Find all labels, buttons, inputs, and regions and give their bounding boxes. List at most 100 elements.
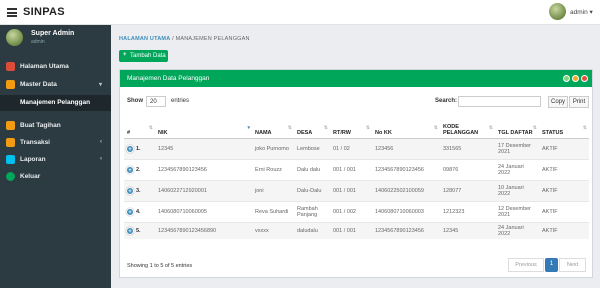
table-row: +5. 1234567890123456890 vxxxx daludalu 001 /… — [124, 221, 589, 239]
cell-status: AKTIF — [539, 221, 589, 239]
table-row: +1. 12345 joko Purnomo Lembose 01 / 02 123456… — [124, 137, 589, 159]
cell-nama: joni — [252, 179, 294, 201]
cell-nik: 1234567890123456 — [155, 158, 252, 180]
show-label: Show — [127, 98, 143, 104]
sidebar-item-keluar[interactable]: Keluar — [0, 170, 111, 184]
cell-status: AKTIF — [539, 158, 589, 180]
cell-nama: joko Purnomo — [252, 137, 294, 159]
cell-nik: 12345 — [155, 137, 252, 159]
cell-rtrw: 001 / 001 — [330, 179, 372, 201]
column-header-status[interactable]: STATUS ⇅ — [539, 114, 589, 139]
row-number: +5. — [124, 221, 155, 239]
cell-kk: 1406022502100059 — [372, 179, 440, 201]
cell-desa: Dalu-Dalu — [294, 179, 330, 201]
cell-kk: 1406080710060003 — [372, 200, 440, 222]
pagination-previous[interactable]: Previous — [508, 258, 544, 272]
print-button[interactable]: Print — [569, 96, 589, 108]
cell-tgl: 24 Januari 2022 — [495, 221, 539, 239]
pagination-page-1[interactable]: 1 — [545, 258, 558, 272]
cell-kode: 128077 — [440, 179, 495, 201]
cell-tgl: 10 Januari 2022 — [495, 179, 539, 201]
cell-tgl: 17 Desember 2021 — [495, 137, 539, 159]
cell-rtrw: 001 / 001 — [330, 221, 372, 239]
row-number: +2. — [124, 158, 155, 180]
add-data-button[interactable]: + Tambah Data — [119, 50, 168, 62]
cell-desa: Dalu dalu — [294, 158, 330, 180]
cell-kode: 09876 — [440, 158, 495, 180]
expand-row-icon[interactable]: + — [126, 226, 134, 235]
cell-kk: 123456 — [372, 137, 440, 159]
expand-row-icon[interactable]: + — [126, 207, 134, 216]
collapse-icon[interactable] — [572, 75, 579, 82]
column-header-rtrw[interactable]: RT/RW ⇅ — [330, 114, 372, 139]
chevron-left-icon: ‹ — [100, 139, 102, 145]
cell-nama: Reva Suhardi — [252, 200, 294, 222]
column-header-desa[interactable]: DESA ⇅ — [294, 114, 330, 139]
panel-title: Manajemen Data Pelanggan — [127, 75, 210, 82]
cell-status: AKTIF — [539, 137, 589, 159]
hamburger-menu-icon[interactable] — [7, 8, 17, 17]
sidebar-user-role: admin — [31, 39, 45, 45]
sidebar-item-laporan[interactable]: Laporan ‹ — [0, 153, 111, 167]
entries-select[interactable]: 20 — [146, 96, 166, 107]
sidebar-avatar — [6, 29, 23, 46]
sidebar-user-panel: Super Admin admin — [0, 25, 111, 52]
sidebar-item-transaksi[interactable]: Transaksi ‹ — [0, 136, 111, 150]
search-input[interactable] — [458, 96, 541, 107]
cell-kode: 331565 — [440, 137, 495, 159]
row-number: +3. — [124, 179, 155, 201]
logout-icon — [6, 172, 15, 181]
cell-kk: 1234567890123456 — [372, 158, 440, 180]
cell-rtrw: 001 / 001 — [330, 158, 372, 180]
sidebar-user-name: Super Admin — [31, 30, 75, 37]
expand-icon[interactable] — [563, 75, 570, 82]
column-header-nik[interactable]: NIK ▾ — [155, 114, 252, 139]
cell-tgl: 12 Desember 2021 — [495, 200, 539, 222]
app-brand[interactable]: SINPAS — [23, 6, 65, 18]
sidebar-item-master-data[interactable]: Master Data ▾ — [0, 78, 111, 92]
table-row: +2. 1234567890123456 Erni Rouzz Dalu dalu 00… — [124, 158, 589, 180]
column-header-kode[interactable]: KODE PELANGGAN ⇅ — [440, 114, 495, 139]
expand-row-icon[interactable]: + — [126, 186, 134, 195]
column-header-nama[interactable]: NAMA ⇅ — [252, 114, 294, 139]
sidebar-item-buat-tagihan[interactable]: Buat Tagihan — [0, 119, 111, 133]
column-header-no[interactable]: # ⇅ — [124, 114, 155, 139]
search-label: Search: — [435, 98, 458, 104]
column-header-kk[interactable]: No KK ⇅ — [372, 114, 440, 139]
copy-button[interactable]: Copy — [548, 96, 568, 108]
cell-status: AKTIF — [539, 179, 589, 201]
cell-nama: Erni Rouzz — [252, 158, 294, 180]
cell-nama: vxxxx — [252, 221, 294, 239]
cell-desa: Rambah Panjang — [294, 200, 330, 222]
cell-nik: 1406022712920001 — [155, 179, 252, 201]
top-navbar: SINPAS admin ▾ — [0, 0, 600, 25]
folder-icon — [6, 80, 15, 89]
user-avatar[interactable] — [549, 3, 566, 20]
customer-table: # ⇅ NIK ▾ NAMA ⇅ DESA ⇅ RT/RW ⇅ No KK ⇅ KODE P… — [124, 114, 589, 239]
pagination-next[interactable]: Next — [559, 258, 586, 272]
home-icon — [6, 62, 15, 71]
cell-kode: 12345 — [440, 221, 495, 239]
chevron-left-icon: ‹ — [100, 156, 102, 162]
chevron-down-icon: ▾ — [98, 82, 102, 88]
sidebar-item-halaman-utama[interactable]: Halaman Utama — [0, 60, 111, 74]
breadcrumb: HALAMAN UTAMA / MANAJEMEN PELANGGAN — [119, 36, 250, 42]
cell-nik: 1406080710060005 — [155, 200, 252, 222]
user-menu[interactable]: admin ▾ — [570, 8, 593, 16]
customer-data-panel: Manajemen Data Pelanggan Show 20 entries… — [119, 69, 593, 278]
expand-row-icon[interactable]: + — [126, 144, 134, 153]
sidebar: Super Admin admin Halaman Utama Master D… — [0, 25, 111, 288]
transaction-icon — [6, 138, 15, 147]
cell-nik: 1234567890123456890 — [155, 221, 252, 239]
close-icon[interactable] — [581, 75, 588, 82]
expand-row-icon[interactable]: + — [126, 165, 134, 174]
breadcrumb-separator: / — [172, 36, 174, 42]
cell-tgl: 24 Januari 2022 — [495, 158, 539, 180]
cell-kode: 1212323 — [440, 200, 495, 222]
column-header-tgl[interactable]: TGL DAFTAR ⇅ — [495, 114, 539, 139]
sidebar-subitem-manajemen-pelanggan[interactable]: Manajemen Pelanggan — [0, 95, 111, 111]
table-info: Showing 1 to 5 of 5 entries — [127, 263, 193, 269]
row-number: +4. — [124, 200, 155, 222]
breadcrumb-home-link[interactable]: HALAMAN UTAMA — [119, 36, 170, 42]
entries-label: entries — [171, 98, 190, 104]
